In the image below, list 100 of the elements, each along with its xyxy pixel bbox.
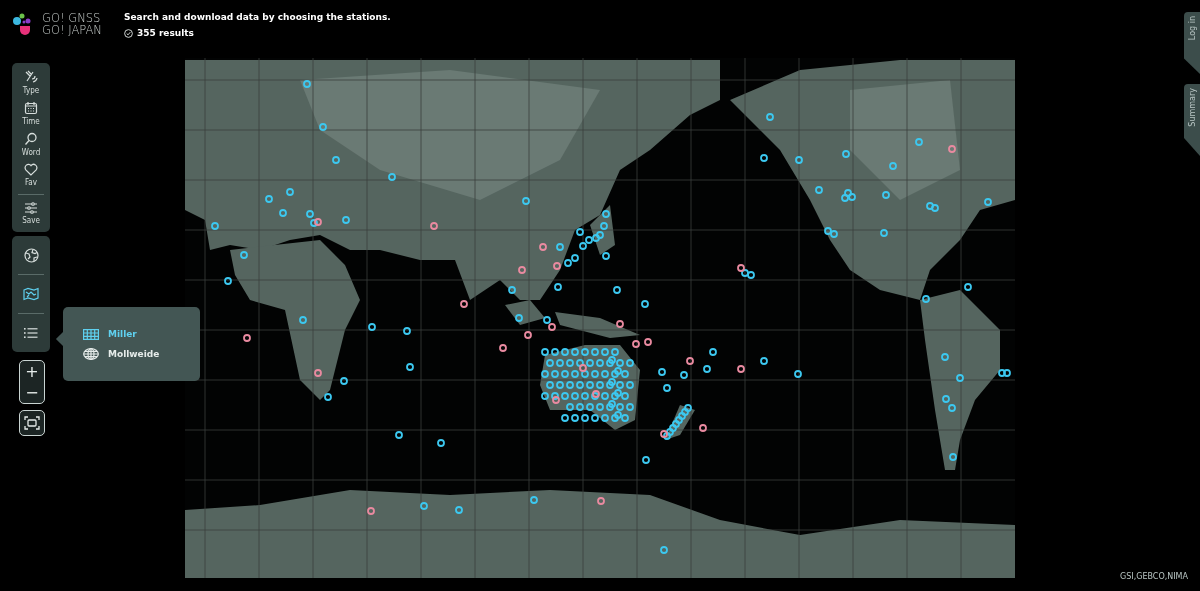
station-marker[interactable]	[824, 227, 832, 235]
station-marker[interactable]	[669, 424, 677, 432]
side-tab[interactable]: Summary	[1184, 84, 1200, 156]
station-marker[interactable]	[541, 348, 549, 356]
station-marker[interactable]	[530, 496, 538, 504]
station-marker[interactable]	[680, 371, 688, 379]
station-marker[interactable]	[621, 392, 629, 400]
station-marker[interactable]	[614, 411, 622, 419]
station-marker[interactable]	[606, 381, 614, 389]
station-marker[interactable]	[709, 348, 717, 356]
station-marker[interactable]	[684, 404, 692, 412]
station-marker[interactable]	[499, 344, 507, 352]
station-marker[interactable]	[596, 403, 604, 411]
station-marker[interactable]	[403, 327, 411, 335]
station-marker[interactable]	[554, 283, 562, 291]
station-marker[interactable]	[581, 370, 589, 378]
station-marker[interactable]	[626, 359, 634, 367]
station-marker[interactable]	[949, 453, 957, 461]
station-marker[interactable]	[592, 234, 600, 242]
station-marker[interactable]	[686, 357, 694, 365]
station-marker[interactable]	[663, 432, 671, 440]
station-marker[interactable]	[747, 271, 755, 279]
station-marker[interactable]	[596, 359, 604, 367]
station-marker[interactable]	[571, 254, 579, 262]
station-marker[interactable]	[518, 266, 526, 274]
station-marker[interactable]	[760, 154, 768, 162]
station-marker[interactable]	[941, 353, 949, 361]
station-marker[interactable]	[571, 370, 579, 378]
station-marker[interactable]	[675, 416, 683, 424]
station-marker[interactable]	[460, 300, 468, 308]
station-marker[interactable]	[552, 396, 560, 404]
station-marker[interactable]	[579, 242, 587, 250]
station-marker[interactable]	[571, 348, 579, 356]
station-marker[interactable]	[561, 348, 569, 356]
station-marker[interactable]	[663, 384, 671, 392]
projection-option[interactable]: Mollweide	[83, 347, 200, 360]
station-marker[interactable]	[642, 456, 650, 464]
station-marker[interactable]	[551, 348, 559, 356]
station-marker[interactable]	[561, 370, 569, 378]
zoom-out-button[interactable]: −	[20, 382, 44, 403]
zoom-in-button[interactable]: +	[20, 361, 44, 382]
station-marker[interactable]	[616, 381, 624, 389]
station-marker[interactable]	[564, 259, 572, 267]
filter-button[interactable]: Word	[13, 129, 49, 160]
station-marker[interactable]	[437, 439, 445, 447]
station-marker[interactable]	[546, 359, 554, 367]
station-marker[interactable]	[581, 392, 589, 400]
station-marker[interactable]	[660, 430, 668, 438]
station-marker[interactable]	[641, 300, 649, 308]
station-marker[interactable]	[882, 191, 890, 199]
station-marker[interactable]	[794, 370, 802, 378]
station-marker[interactable]	[699, 424, 707, 432]
filter-button[interactable]: Fav	[13, 160, 49, 190]
station-marker[interactable]	[571, 414, 579, 422]
station-marker[interactable]	[548, 323, 556, 331]
station-marker[interactable]	[332, 156, 340, 164]
station-marker[interactable]	[984, 198, 992, 206]
station-marker[interactable]	[368, 323, 376, 331]
station-marker[interactable]	[286, 188, 294, 196]
station-marker[interactable]	[760, 357, 768, 365]
station-marker[interactable]	[314, 218, 322, 226]
station-marker[interactable]	[606, 359, 614, 367]
station-marker[interactable]	[576, 381, 584, 389]
station-marker[interactable]	[522, 197, 530, 205]
station-marker[interactable]	[880, 229, 888, 237]
station-marker[interactable]	[524, 331, 532, 339]
filter-button[interactable]: Type	[13, 67, 49, 98]
station-marker[interactable]	[591, 370, 599, 378]
station-marker[interactable]	[571, 392, 579, 400]
station-marker[interactable]	[601, 348, 609, 356]
station-marker[interactable]	[616, 403, 624, 411]
station-marker[interactable]	[601, 370, 609, 378]
station-marker[interactable]	[541, 370, 549, 378]
station-marker[interactable]	[660, 546, 668, 554]
station-marker[interactable]	[741, 269, 749, 277]
station-marker[interactable]	[279, 209, 287, 217]
station-marker[interactable]	[616, 320, 624, 328]
station-marker[interactable]	[942, 395, 950, 403]
station-marker[interactable]	[842, 150, 850, 158]
station-marker[interactable]	[561, 392, 569, 400]
projection-option[interactable]: Miller	[83, 328, 200, 340]
station-marker[interactable]	[556, 381, 564, 389]
station-marker[interactable]	[608, 356, 616, 364]
station-marker[interactable]	[596, 381, 604, 389]
station-marker[interactable]	[614, 389, 622, 397]
fit-view-button[interactable]	[19, 410, 45, 436]
station-marker[interactable]	[586, 381, 594, 389]
station-marker[interactable]	[224, 277, 232, 285]
station-marker[interactable]	[430, 222, 438, 230]
station-marker[interactable]	[340, 377, 348, 385]
station-marker[interactable]	[948, 404, 956, 412]
station-marker[interactable]	[632, 340, 640, 348]
station-marker[interactable]	[956, 374, 964, 382]
station-marker[interactable]	[611, 348, 619, 356]
station-marker[interactable]	[566, 381, 574, 389]
station-marker[interactable]	[265, 195, 273, 203]
station-marker[interactable]	[539, 243, 547, 251]
station-marker[interactable]	[964, 283, 972, 291]
station-marker[interactable]	[948, 145, 956, 153]
station-marker[interactable]	[626, 403, 634, 411]
